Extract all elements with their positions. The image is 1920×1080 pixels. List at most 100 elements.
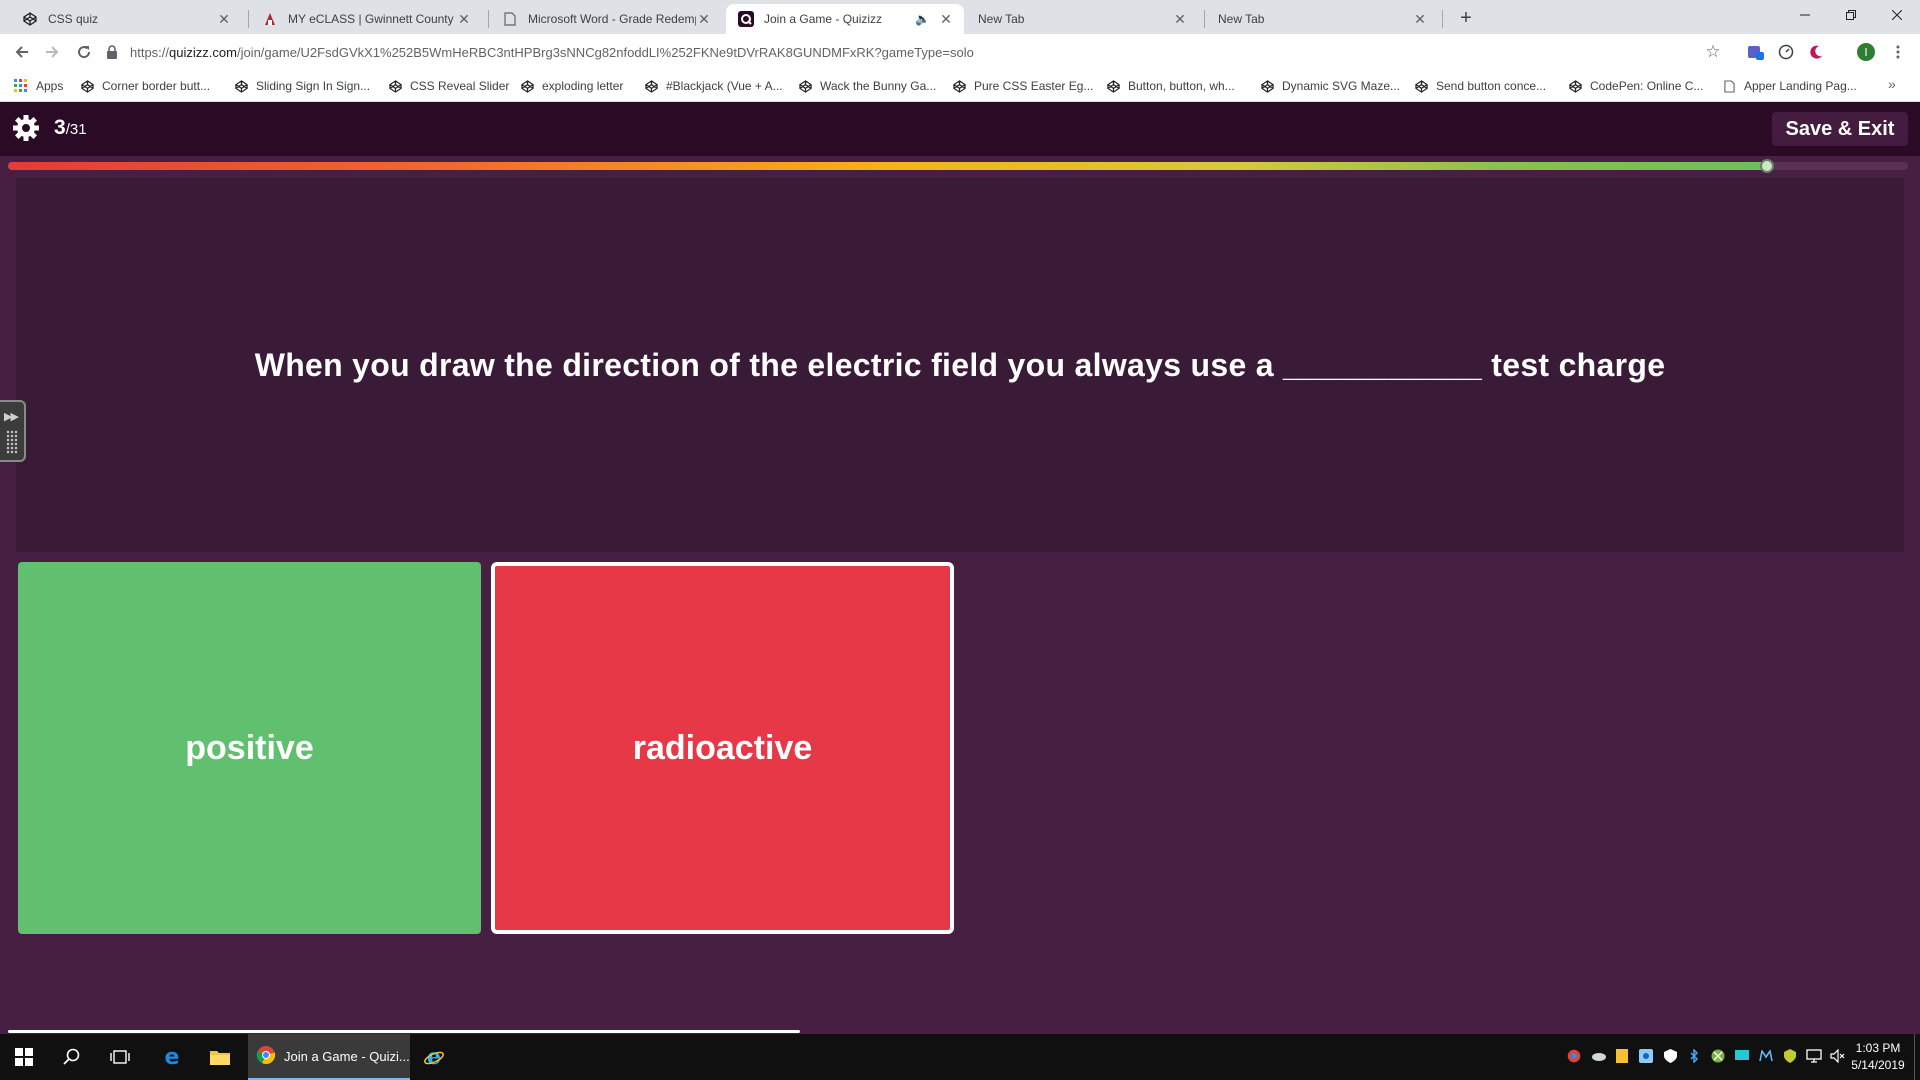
extension-gauge-icon[interactable] — [1776, 42, 1796, 62]
close-window-icon[interactable] — [1874, 0, 1920, 30]
bookmark-label: Sliding Sign In Sign... — [256, 79, 371, 93]
speaker-icon[interactable]: 🔈 — [915, 12, 930, 26]
answer-option-1[interactable]: positive — [18, 562, 481, 934]
url-path: /join/game/U2FsdGVkX1%252B5WmHeRBC3ntHPB… — [236, 44, 974, 60]
answer-option-label: positive — [185, 728, 314, 767]
tab-close-icon[interactable]: ✕ — [1412, 11, 1428, 27]
tab-new-tab-2[interactable]: New Tab ✕ — [1206, 4, 1438, 34]
url-text: https://quizizz.com/join/game/U2FsdGVkX1… — [130, 45, 974, 60]
side-panel-handle[interactable]: ▶▶ — [0, 400, 26, 462]
horizontal-scroll-indicator[interactable] — [8, 1030, 800, 1033]
bookmark-star-icon[interactable]: ☆ — [1702, 41, 1724, 63]
m-app-icon[interactable] — [1758, 1048, 1774, 1064]
codepen-icon — [644, 79, 658, 93]
current-question-number: 3 — [54, 116, 66, 139]
extension-teams-icon[interactable] — [1746, 42, 1766, 62]
tab-close-icon[interactable]: ✕ — [938, 11, 954, 27]
kebab-menu-icon[interactable] — [1888, 42, 1908, 62]
codepen-icon — [80, 79, 94, 93]
chevron-double-right-icon[interactable]: » — [1888, 76, 1896, 92]
bookmark-label: Wack the Bunny Ga... — [820, 79, 937, 93]
bookmark-label: Send button conce... — [1436, 79, 1547, 93]
sticky-note-icon[interactable] — [1614, 1048, 1630, 1064]
profile-avatar[interactable]: I — [1856, 42, 1876, 62]
codepen-icon — [234, 79, 248, 93]
tab-close-icon[interactable]: ✕ — [216, 11, 232, 27]
xbox-icon[interactable] — [1710, 1048, 1726, 1064]
shield-icon[interactable] — [1662, 1048, 1678, 1064]
bluetooth-icon[interactable] — [1686, 1048, 1702, 1064]
tab-close-icon[interactable]: ✕ — [696, 11, 712, 27]
codepen-icon — [1568, 79, 1582, 93]
security-tray-icon[interactable] — [1638, 1048, 1654, 1064]
edge-browser-icon[interactable]: e — [148, 1034, 196, 1080]
tab-new-tab-1[interactable]: New Tab ✕ — [966, 4, 1198, 34]
back-arrow-icon[interactable] — [10, 40, 34, 64]
tab-quizizz[interactable]: Join a Game - Quizizz 🔈 ✕ — [726, 4, 964, 34]
bookmark-apps[interactable]: Apps — [14, 77, 63, 95]
bookmark-item[interactable]: Pure CSS Easter Eg... — [952, 77, 1093, 95]
answer-option-2[interactable]: radioactive — [491, 562, 954, 934]
system-clock[interactable]: 1:03 PM 5/14/2019 — [1842, 1040, 1914, 1074]
quizizz-page: 3/31 Save & Exit When you draw the direc… — [0, 102, 1920, 1034]
quiz-top-bar: 3/31 Save & Exit — [0, 102, 1920, 156]
display-icon[interactable] — [1734, 1048, 1750, 1064]
file-explorer-icon[interactable] — [196, 1034, 244, 1080]
tab-css-quiz[interactable]: CSS quiz ✕ — [10, 4, 242, 34]
onedrive-icon[interactable] — [1590, 1048, 1606, 1064]
progress-knob — [1760, 159, 1774, 173]
windows-start-icon[interactable] — [0, 1034, 48, 1080]
tab-title: Join a Game - Quizizz — [764, 12, 883, 26]
question-counter: 3/31 — [54, 116, 87, 140]
bookmark-item[interactable]: Send button conce... — [1414, 77, 1546, 95]
restore-icon[interactable] — [1828, 0, 1874, 30]
tab-title: MY eCLASS | Gwinnett County Pu — [288, 12, 456, 26]
bookmark-label: Apper Landing Pag... — [1744, 79, 1857, 93]
bookmark-item[interactable]: Wack the Bunny Ga... — [798, 77, 936, 95]
new-tab-button[interactable]: + — [1454, 7, 1478, 31]
tab-close-icon[interactable]: ✕ — [1172, 11, 1188, 27]
bookmark-item[interactable]: Sliding Sign In Sign... — [234, 77, 370, 95]
codepen-icon — [1414, 79, 1428, 93]
minimize-icon[interactable] — [1782, 0, 1828, 30]
bookmark-label: Dynamic SVG Maze... — [1282, 79, 1401, 93]
tab-divider — [488, 10, 489, 28]
save-exit-button[interactable]: Save & Exit — [1772, 112, 1908, 146]
codepen-icon — [22, 11, 38, 27]
show-desktop-button[interactable] — [1914, 1034, 1920, 1080]
address-bar[interactable]: https://quizizz.com/join/game/U2FsdGVkX1… — [106, 38, 1706, 66]
eclass-icon — [262, 11, 278, 27]
task-view-icon[interactable] — [96, 1034, 144, 1080]
chrome-tray-icon[interactable] — [1566, 1048, 1582, 1064]
bookmark-item[interactable]: Apper Landing Pag... — [1722, 77, 1857, 95]
forward-arrow-icon[interactable] — [40, 40, 64, 64]
tab-close-icon[interactable]: ✕ — [456, 11, 472, 27]
bookmark-label: CodePen: Online C... — [1590, 79, 1704, 93]
bookmark-item[interactable]: Dynamic SVG Maze... — [1260, 77, 1400, 95]
bookmark-label: Pure CSS Easter Eg... — [974, 79, 1094, 93]
internet-explorer-icon[interactable]: e — [410, 1034, 458, 1080]
bookmark-item[interactable]: #Blackjack (Vue + A... — [644, 77, 783, 95]
bookmark-item[interactable]: Corner border butt... — [80, 77, 210, 95]
gear-icon[interactable] — [12, 114, 40, 142]
bookmark-item[interactable]: CodePen: Online C... — [1568, 77, 1703, 95]
bookmark-label: Button, button, wh... — [1128, 79, 1235, 93]
clock-time: 1:03 PM — [1855, 1041, 1901, 1055]
quizizz-icon — [738, 11, 754, 27]
tab-divider — [1204, 10, 1205, 28]
reload-icon[interactable] — [72, 40, 96, 64]
bookmark-item[interactable]: exploding letter — [520, 77, 623, 95]
bookmark-label: Apps — [36, 79, 64, 93]
defender-icon[interactable] — [1782, 1048, 1798, 1064]
codepen-icon — [1260, 79, 1274, 93]
bookmark-label: CSS Reveal Slider — [410, 79, 510, 93]
extension-moon-icon[interactable] — [1806, 42, 1826, 62]
network-icon[interactable] — [1806, 1048, 1822, 1064]
bookmark-item[interactable]: Button, button, wh... — [1106, 77, 1235, 95]
tab-word-doc[interactable]: Microsoft Word - Grade Redemp ✕ — [490, 4, 722, 34]
taskbar-chrome-window[interactable]: Join a Game - Quizi... — [248, 1034, 410, 1080]
tab-eclass[interactable]: MY eCLASS | Gwinnett County Pu ✕ — [250, 4, 482, 34]
bookmark-item[interactable]: CSS Reveal Slider — [388, 77, 509, 95]
windows-taskbar: e Join a Game - Quizi... e 1:03 PM 5/14/… — [0, 1034, 1920, 1080]
search-icon[interactable] — [48, 1034, 96, 1080]
